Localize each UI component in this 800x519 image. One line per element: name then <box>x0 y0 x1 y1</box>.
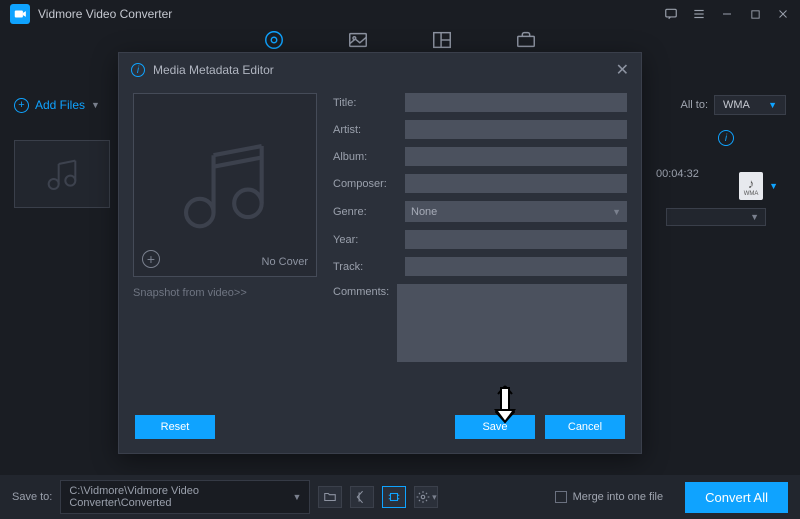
output-format-select[interactable]: WMA ▼ <box>714 95 786 115</box>
chevron-down-icon: ▼ <box>91 100 100 110</box>
app-title: Vidmore Video Converter <box>38 7 664 21</box>
comments-label: Comments: <box>333 286 389 298</box>
bottom-bar: Save to: C:\Vidmore\Vidmore Video Conver… <box>0 475 800 519</box>
metadata-editor-modal: i Media Metadata Editor ✕ + No Cover Sna… <box>118 52 642 454</box>
add-cover-button[interactable]: + <box>142 250 160 268</box>
album-label: Album: <box>333 151 397 163</box>
merge-checkbox[interactable]: Merge into one file <box>555 491 664 503</box>
chevron-down-icon: ▼ <box>768 100 777 110</box>
merge-label: Merge into one file <box>573 491 664 503</box>
edit-dropdown[interactable]: ▼ <box>666 208 766 226</box>
modal-header: i Media Metadata Editor ✕ <box>119 53 641 87</box>
year-label: Year: <box>333 234 397 246</box>
close-icon[interactable] <box>776 7 790 21</box>
menu-icon[interactable] <box>692 7 706 21</box>
genre-select[interactable]: None ▼ <box>405 201 627 222</box>
cover-art-box: + No Cover <box>133 93 317 277</box>
save-path-value: C:\Vidmore\Vidmore Video Converter\Conve… <box>69 485 292 509</box>
snapshot-link[interactable]: Snapshot from video>> <box>133 287 317 299</box>
output-format-value: WMA <box>723 99 750 111</box>
tab-toolbox[interactable] <box>515 29 537 51</box>
comments-input[interactable] <box>397 284 627 362</box>
nav-row <box>0 28 800 52</box>
open-folder-button[interactable] <box>318 486 342 508</box>
composer-label: Composer: <box>333 178 397 190</box>
close-icon[interactable]: ✕ <box>616 60 629 80</box>
cancel-button[interactable]: Cancel <box>545 415 625 439</box>
chevron-down-icon[interactable]: ▼ <box>769 181 778 191</box>
file-info-panel: i 00:04:32 ♪WMA ▼ ▼ <box>656 130 786 180</box>
tab-media[interactable] <box>347 29 369 51</box>
chevron-down-icon: ▼ <box>612 207 621 217</box>
all-to-label: All to: <box>680 99 708 111</box>
plus-icon: + <box>14 98 29 113</box>
gpu-button[interactable] <box>382 486 406 508</box>
settings-button[interactable]: ▾ <box>414 486 438 508</box>
album-input[interactable] <box>405 147 627 166</box>
annotation-arrow <box>490 384 520 429</box>
composer-input[interactable] <box>405 174 627 193</box>
save-path-select[interactable]: C:\Vidmore\Vidmore Video Converter\Conve… <box>60 480 310 514</box>
chevron-down-icon: ▼ <box>292 492 301 502</box>
genre-value: None <box>411 206 437 218</box>
track-label: Track: <box>333 261 397 273</box>
app-logo <box>10 4 30 24</box>
tab-converter[interactable] <box>263 29 285 51</box>
tab-collage[interactable] <box>431 29 453 51</box>
modal-title: Media Metadata Editor <box>153 63 616 77</box>
output-format-icon[interactable]: ♪WMA <box>739 172 763 200</box>
feedback-icon[interactable] <box>664 7 678 21</box>
convert-all-button[interactable]: Convert All <box>685 482 788 513</box>
genre-label: Genre: <box>333 206 397 218</box>
title-input[interactable] <box>405 93 627 112</box>
checkbox-icon <box>555 491 567 503</box>
minimize-icon[interactable] <box>720 7 734 21</box>
file-thumbnail[interactable] <box>14 140 110 208</box>
artist-input[interactable] <box>405 120 627 139</box>
info-icon: i <box>131 63 145 77</box>
save-to-label: Save to: <box>12 491 52 503</box>
add-files-button[interactable]: + Add Files ▼ <box>14 98 100 113</box>
cover-label: No Cover <box>262 256 308 268</box>
add-files-label: Add Files <box>35 98 85 112</box>
artist-label: Artist: <box>333 124 397 136</box>
title-bar: Vidmore Video Converter <box>0 0 800 28</box>
year-input[interactable] <box>405 230 627 249</box>
track-input[interactable] <box>405 257 627 276</box>
reset-button[interactable]: Reset <box>135 415 215 439</box>
info-icon[interactable]: i <box>718 130 734 146</box>
maximize-icon[interactable] <box>748 7 762 21</box>
title-label: Title: <box>333 97 397 109</box>
speed-button[interactable] <box>350 486 374 508</box>
